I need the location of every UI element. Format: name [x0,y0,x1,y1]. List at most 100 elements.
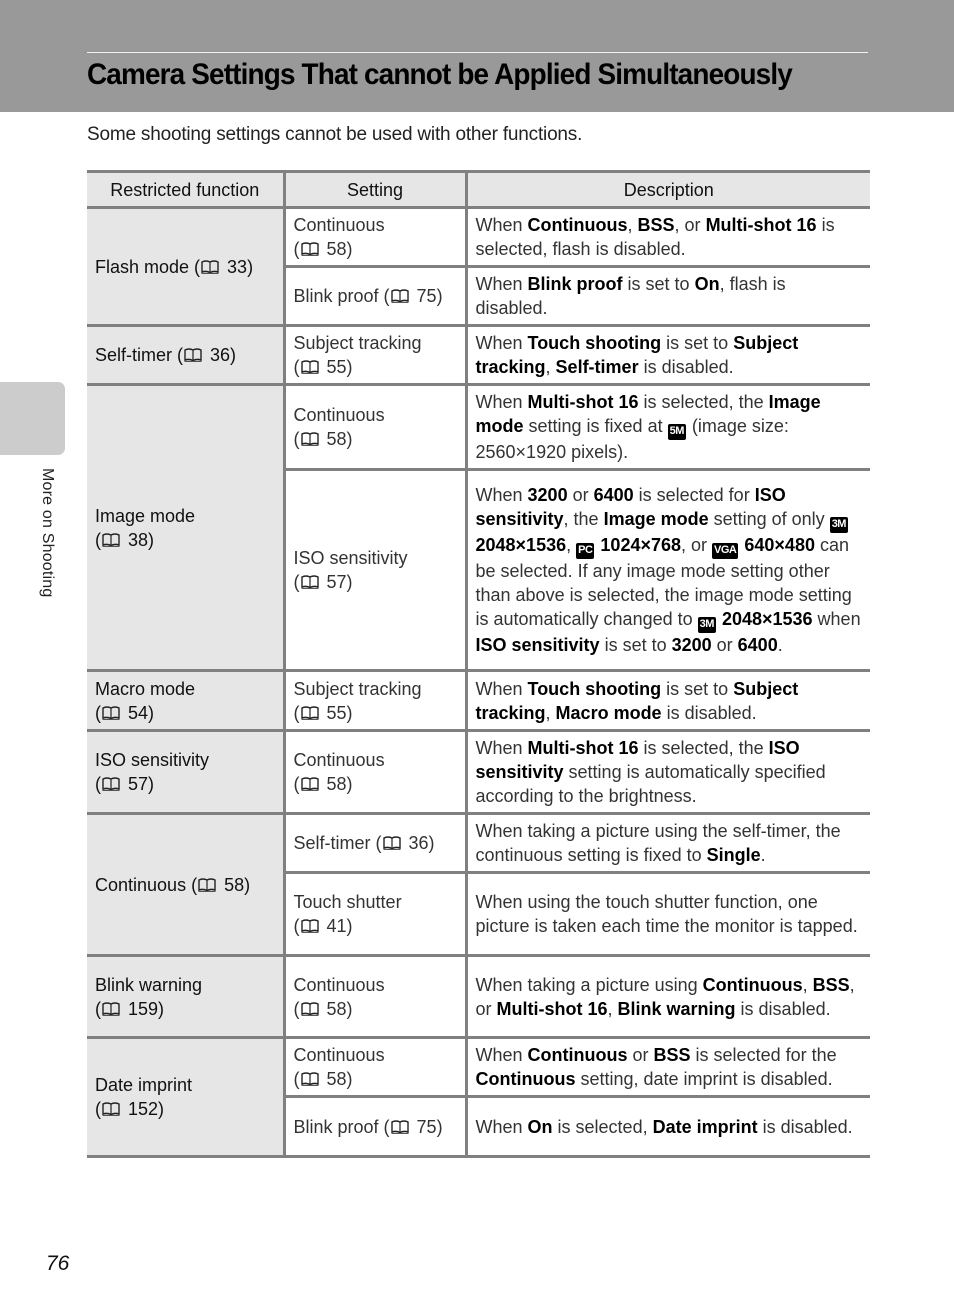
page-reference: 55) [321,357,353,377]
description-text: is selected, [552,1116,653,1137]
book-reference-icon [300,242,319,256]
intro-text: Some shooting settings cannot be used wi… [87,124,583,145]
book-reference-icon [382,836,401,850]
description-cell: When On is selected, Date imprint is dis… [464,1095,870,1158]
page-reference: 75) [411,286,443,306]
bold-term: Continuous [527,1045,628,1065]
book-reference-icon [300,919,319,933]
table-row: Self-timer ( 36) Subject tracking ( 55) Whe… [87,324,870,386]
page-reference: 36) [205,345,237,365]
book-reference-icon [102,1001,120,1016]
setting-cell: Self-timer ( 36) [282,812,468,874]
description-text: When [475,738,528,758]
bold-term: Multi-shot 16 [527,392,639,412]
paren-open: ( [95,529,101,550]
setting-label: Blink proof [293,286,379,306]
description-text: When [475,485,528,505]
page-number: 76 [46,1252,70,1275]
setting-label: Blink proof [293,1116,379,1137]
restricted-function-cell: Macro mode ( 54) [87,669,286,732]
restricted-function-label: Self-timer ( [95,345,184,365]
paren-open: ( [293,998,300,1019]
table-row: Flash mode ( 33) Continuous ( 58) When Cont… [87,206,870,327]
book-reference-icon [300,575,319,589]
description-text: When [475,678,528,699]
paren-open: ( [293,702,300,723]
restricted-function-label: Flash mode ( [95,256,201,277]
page-reference: 152) [123,1099,165,1119]
setting-label: Self-timer [293,833,371,853]
restricted-function-label: Date imprint [95,1075,193,1095]
setting-label: Continuous [293,750,385,770]
page-reference: 33) [222,256,254,277]
restricted-function-cell: Blink warning ( 159) [87,954,286,1039]
bold-term: Self-timer [555,357,639,377]
description-cell: When taking a picture using the self-tim… [464,812,870,874]
description-text: . [760,845,766,865]
description-text: is set to [661,333,734,353]
paren-open: ( [378,286,390,306]
paren-open: ( [95,774,101,794]
image-size-3m-icon: 3M [829,517,848,533]
description-text: When using the touch shutter function, o… [475,892,858,936]
description-cell: When Blink proof is set to On, flash is … [464,265,870,327]
table-row: Macro mode ( 54) Subject tracking ( 55) When… [87,669,870,732]
description-text: , [545,357,556,377]
book-reference-icon [198,877,216,892]
setting-cell: Subject tracking ( 55) [282,324,468,386]
paren-open: ( [293,239,300,259]
restricted-function-label: Blink warning [95,974,203,995]
setting-cell: Continuous ( 58) [282,729,468,815]
bold-term: Continuous [527,215,628,235]
bold-term: ISO sensitivity [475,635,600,655]
table-body: Flash mode ( 33) Continuous ( 58) When Cont… [87,206,870,1158]
paren-open: ( [293,429,300,449]
bold-term: Blink proof [527,274,623,294]
page-reference: 36) [403,833,435,853]
bold-term: 2048×1536 [475,535,567,555]
restricted-function-label: Macro mode [95,678,196,699]
description-cell: When Multi-shot 16 is selected, the ISO … [464,729,870,815]
side-tab[interactable] [0,382,65,455]
description-text: When [475,1116,528,1137]
bold-term: Single [706,845,761,865]
bold-term: 640×480 [744,535,815,555]
description-text: or [567,485,594,505]
image-size-pc-icon: PC [576,543,595,559]
setting-cell: Blink proof ( 75) [284,265,468,327]
restricted-function-cell: Flash mode ( 33) [87,206,286,327]
book-reference-icon [102,532,120,547]
description-cell: When Continuous or BSS is selected for t… [464,1036,870,1098]
bold-term: BSS [653,1045,691,1065]
description-text: or [627,1045,654,1065]
column-header-setting: Setting [282,170,468,209]
paren-open: ( [293,916,300,936]
image-size-vga-icon: VGA [712,543,739,559]
description-text: , [607,998,618,1019]
bold-term: Touch shooting [527,333,662,353]
bold-term: Macro mode [555,702,662,723]
page-reference: 58) [321,774,353,794]
page-reference: 58) [321,998,353,1019]
bold-term: Blink warning [617,998,736,1019]
description-text: setting, date imprint is disabled. [575,1069,833,1089]
setting-label: Continuous [293,1045,385,1065]
description-text: , or [674,215,706,235]
paren-open: ( [95,998,101,1019]
page-reference: 55) [321,702,353,723]
description-text: setting of only [708,509,830,529]
paren-open: ( [95,1099,101,1119]
bold-term: Multi-shot 16 [527,738,639,758]
image-size-3m-icon: 3M [697,617,716,633]
description-text: When [475,215,528,235]
bold-term: Continuous [475,1069,576,1089]
paren-open: ( [293,1069,300,1089]
description-text: is disabled. [638,357,734,377]
header-rule [87,52,868,53]
bold-term: Continuous [702,974,803,995]
bold-term: On [694,274,720,294]
description-cell: When using the touch shutter function, o… [464,871,870,957]
restricted-function-cell: ISO sensitivity ( 57) [87,729,286,815]
table-header-row: Restricted function Setting Description [87,170,870,209]
description-cell: When Touch shooting is set to Subject tr… [464,669,870,732]
